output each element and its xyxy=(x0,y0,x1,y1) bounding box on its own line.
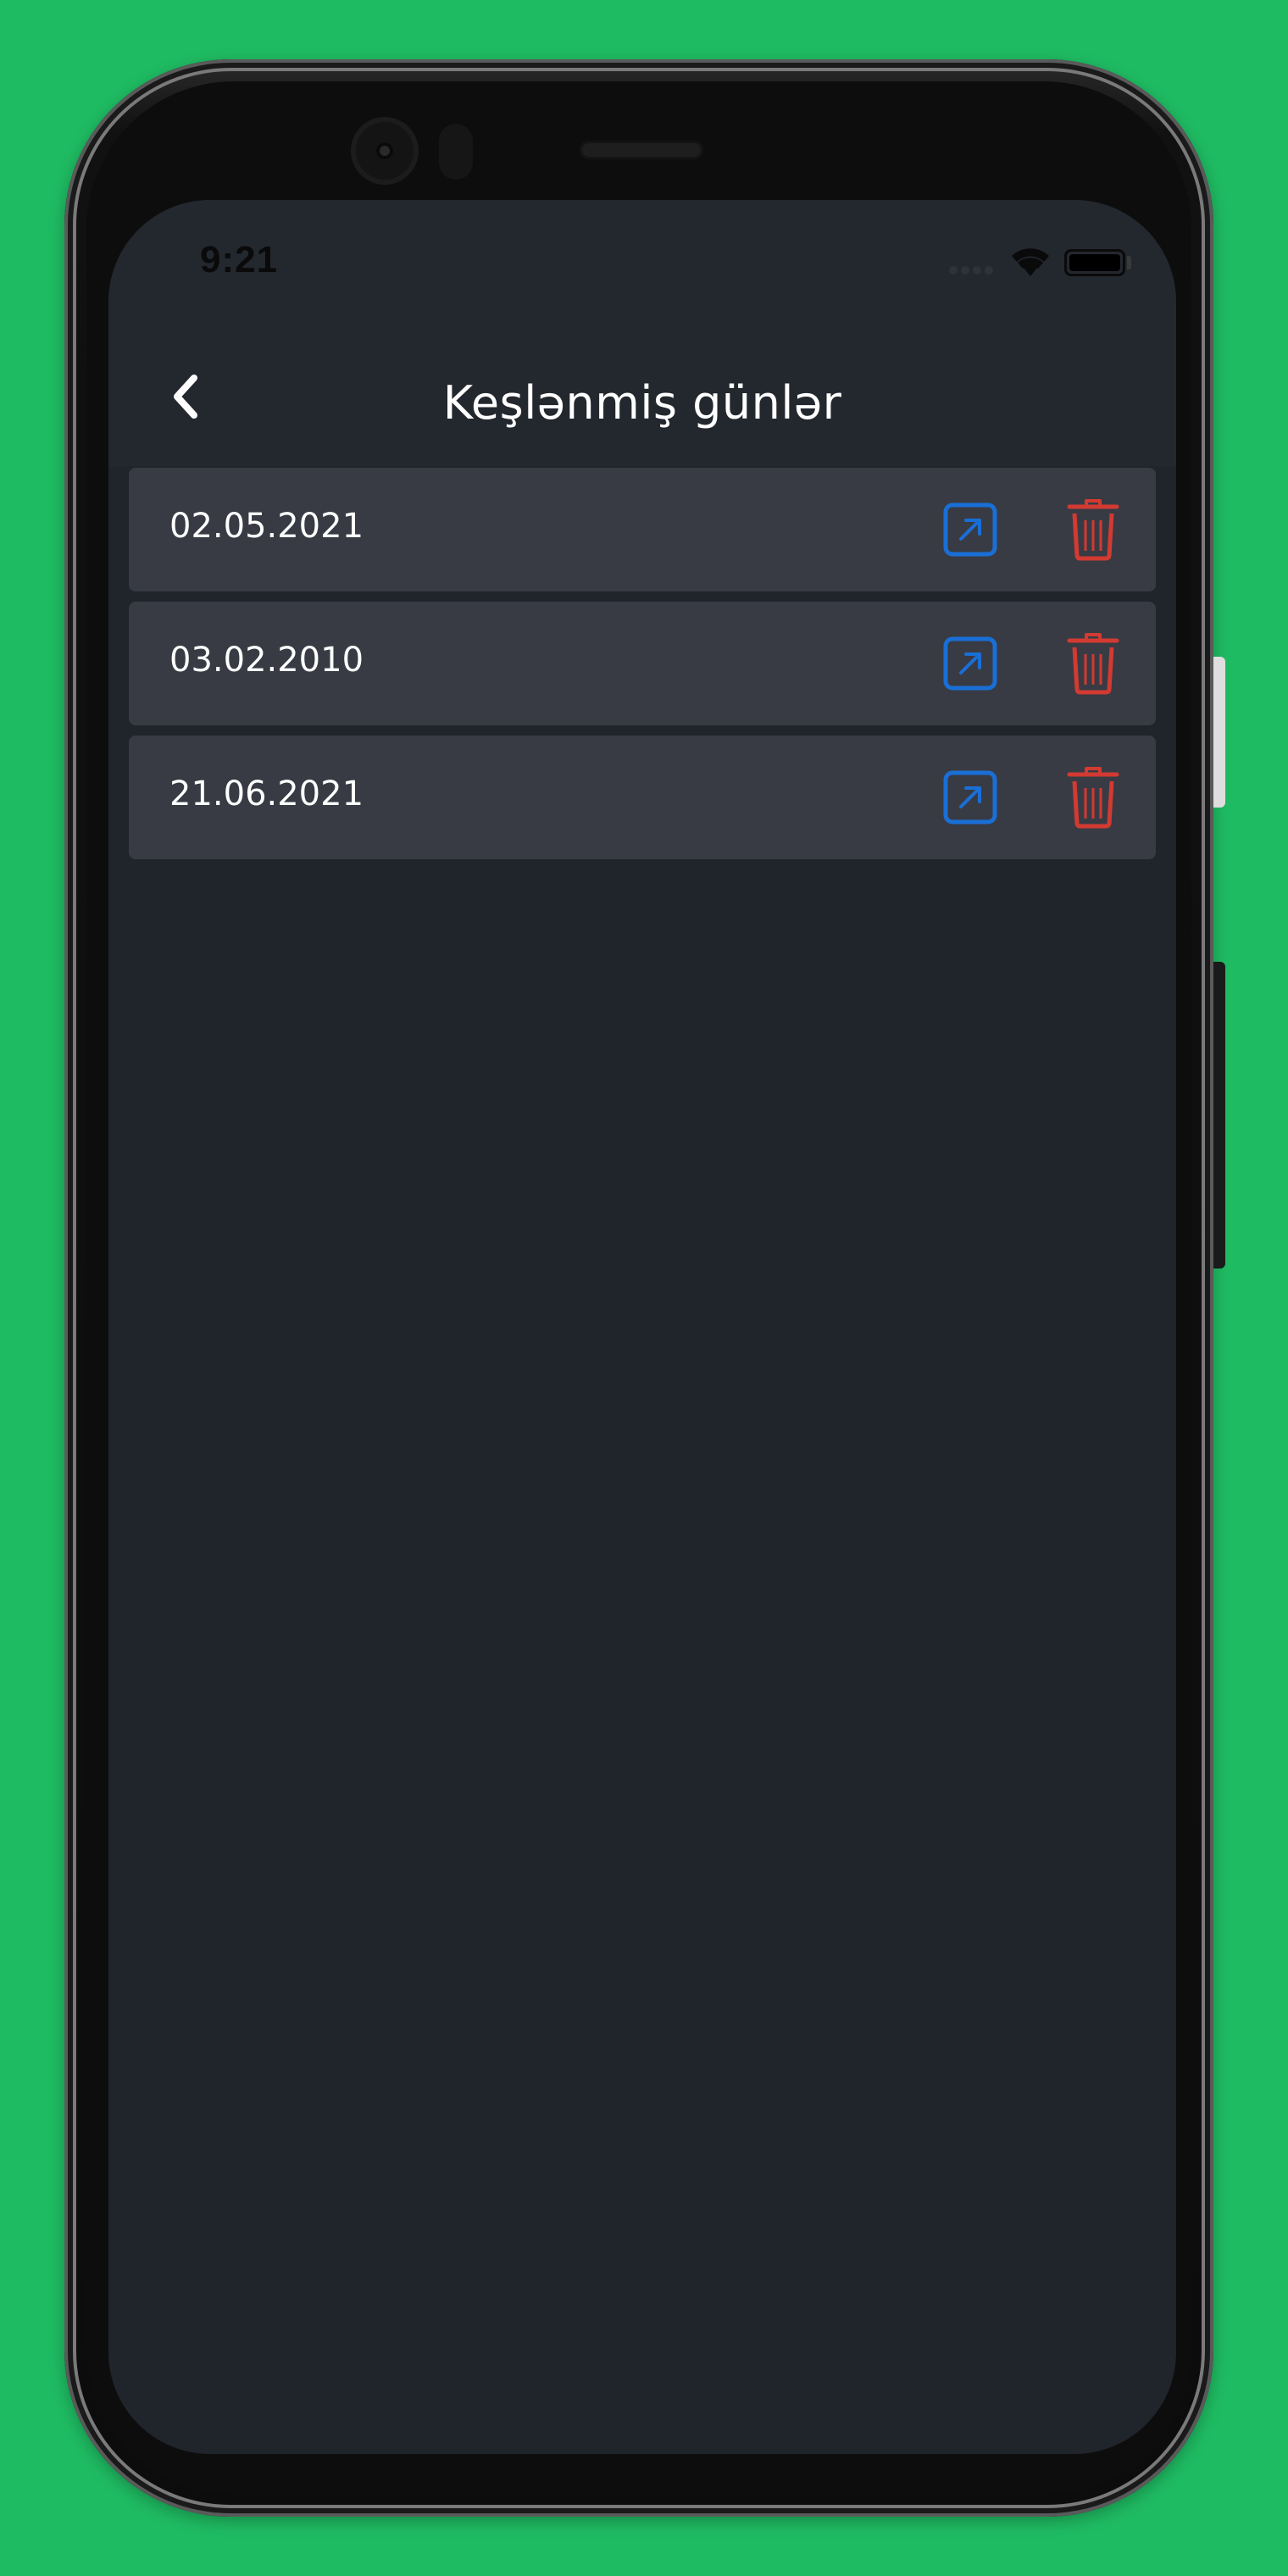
app-header: Keşlənmiş günlər xyxy=(108,327,1176,466)
list-item[interactable]: 03.02.2010 xyxy=(129,602,1156,725)
trash-icon[interactable] xyxy=(1066,632,1120,695)
item-date: 03.02.2010 xyxy=(169,641,364,680)
status-bar: 9:21 xyxy=(108,200,1176,327)
cached-days-list: 02.05.2021 03.02.2010 21.06.2021 xyxy=(129,468,1156,869)
trash-icon[interactable] xyxy=(1066,498,1120,561)
item-date: 21.06.2021 xyxy=(169,774,364,813)
volume-button xyxy=(1213,657,1225,808)
list-item[interactable]: 21.06.2021 xyxy=(129,736,1156,859)
trash-icon[interactable] xyxy=(1066,766,1120,829)
open-external-icon[interactable] xyxy=(942,636,998,691)
front-camera xyxy=(351,117,419,185)
battery-icon xyxy=(1064,249,1125,276)
phone-screen: 9:21 Keşlənmiş günlər 02.05.2021 03.02.2… xyxy=(108,200,1176,2454)
signal-icon xyxy=(949,266,993,275)
battery-cap xyxy=(1127,256,1131,269)
open-external-icon[interactable] xyxy=(942,502,998,558)
wifi-icon xyxy=(1012,248,1049,276)
page-title: Keşlənmiş günlər xyxy=(442,376,842,430)
proximity-sensor xyxy=(439,124,473,180)
status-time: 9:21 xyxy=(200,239,279,280)
list-item[interactable]: 02.05.2021 xyxy=(129,468,1156,591)
power-button xyxy=(1213,962,1225,1269)
earpiece-speaker xyxy=(580,141,703,159)
open-external-icon[interactable] xyxy=(942,769,998,825)
item-date: 02.05.2021 xyxy=(169,507,364,546)
